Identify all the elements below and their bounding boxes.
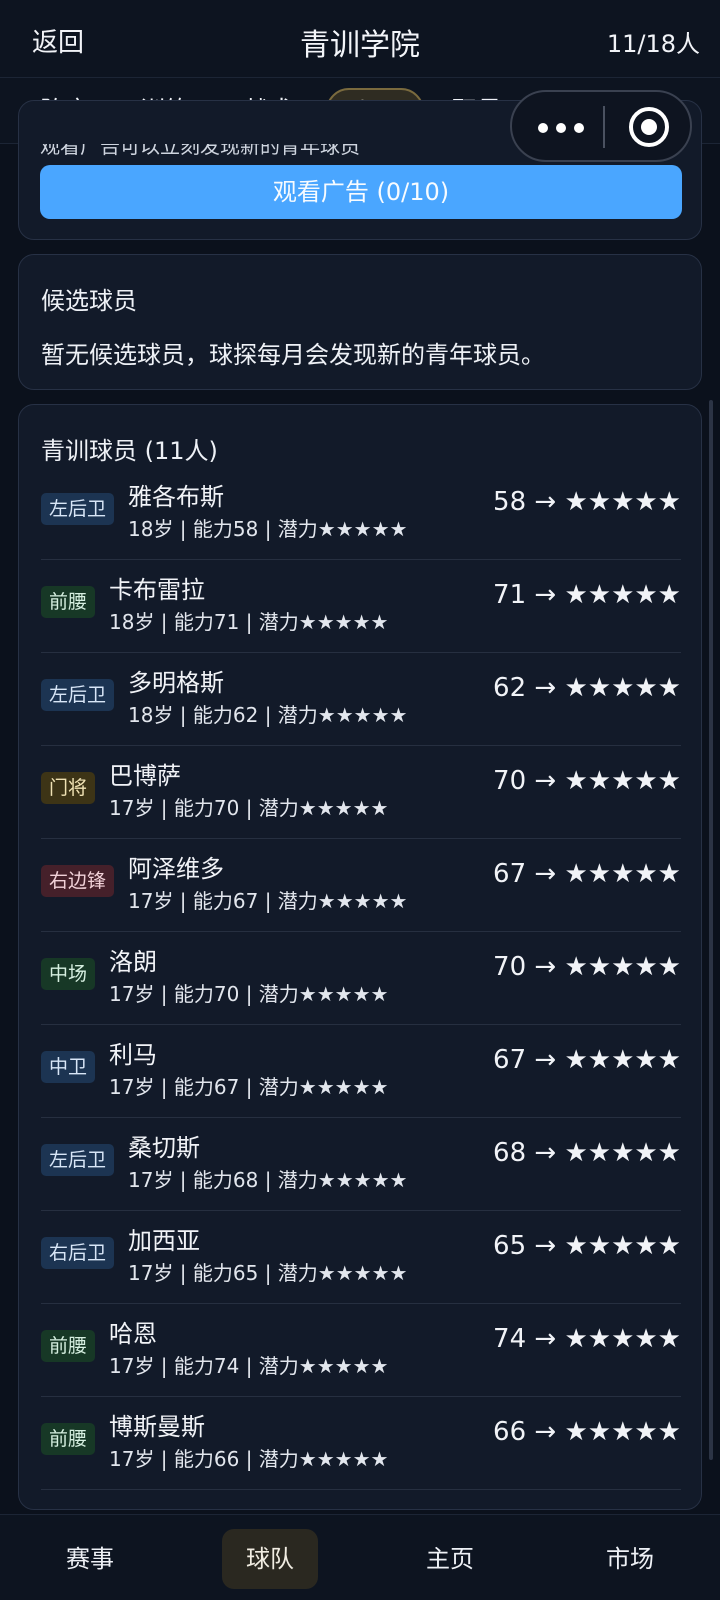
player-name: 雅各布斯 (128, 483, 224, 511)
position-badge: 右边锋 (41, 865, 115, 897)
youth-player-row[interactable]: 中卫 利马 17岁 | 能力67 | 潜力★★★★★ 67 → ★★★★★ (41, 1025, 681, 1118)
roster-count: 11/18人 (606, 30, 700, 58)
position-badge: 门将 (41, 772, 96, 804)
youth-players-title: 青训球员 (11人) (41, 437, 218, 465)
more-dots-icon[interactable] (538, 106, 598, 146)
rating-potential: 70 → ★★★★★ (493, 766, 681, 796)
candidates-title: 候选球员 (41, 287, 137, 315)
player-detail: 17岁 | 能力66 | 潜力★★★★★ (109, 1447, 389, 1471)
player-detail: 17岁 | 能力67 | 潜力★★★★★ (128, 889, 408, 913)
player-name: 博斯曼斯 (109, 1413, 205, 1441)
rating-potential: 71 → ★★★★★ (493, 580, 681, 610)
bottom-nav: 赛事 球队 主页 市场 (0, 1514, 720, 1600)
player-name: 洛朗 (109, 948, 157, 976)
position-badge: 中卫 (41, 1051, 96, 1083)
nav-market[interactable]: 市场 (580, 1529, 680, 1589)
position-badge: 左后卫 (41, 1144, 115, 1176)
top-bar: 返回 青训学院 11/18人 (0, 0, 720, 78)
youth-player-row[interactable]: 右后卫 加西亚 17岁 | 能力65 | 潜力★★★★★ 65 → ★★★★★ (41, 1211, 681, 1304)
capsule-divider (603, 106, 605, 148)
watch-ad-button[interactable]: 观看广告 (0/10) (40, 165, 682, 219)
player-detail: 17岁 | 能力65 | 潜力★★★★★ (128, 1261, 408, 1285)
player-detail: 17岁 | 能力68 | 潜力★★★★★ (128, 1168, 408, 1192)
player-detail: 17岁 | 能力70 | 潜力★★★★★ (109, 796, 389, 820)
player-detail: 17岁 | 能力74 | 潜力★★★★★ (109, 1354, 389, 1378)
rating-potential: 65 → ★★★★★ (493, 1231, 681, 1261)
player-name: 桑切斯 (128, 1134, 200, 1162)
position-badge: 前腰 (41, 1330, 96, 1362)
nav-home[interactable]: 主页 (400, 1529, 500, 1589)
player-detail: 18岁 | 能力58 | 潜力★★★★★ (128, 517, 408, 541)
rating-potential: 67 → ★★★★★ (493, 859, 681, 889)
position-badge: 左后卫 (41, 679, 115, 711)
youth-player-row[interactable]: 左后卫 桑切斯 17岁 | 能力68 | 潜力★★★★★ 68 → ★★★★★ (41, 1118, 681, 1211)
position-badge: 左后卫 (41, 493, 115, 525)
youth-players-card: 青训球员 (11人) 左后卫 雅各布斯 18岁 | 能力58 | 潜力★★★★★ 58… (18, 404, 702, 1510)
youth-player-row[interactable]: 前腰 卡布雷拉 18岁 | 能力71 | 潜力★★★★★ 71 → ★★★★★ (41, 560, 681, 653)
rating-potential: 70 → ★★★★★ (493, 952, 681, 982)
target-circle-icon[interactable] (629, 107, 669, 147)
player-detail: 17岁 | 能力70 | 潜力★★★★★ (109, 982, 389, 1006)
position-badge: 前腰 (41, 1423, 96, 1455)
nav-team[interactable]: 球队 (222, 1529, 318, 1589)
position-badge: 中场 (41, 958, 96, 990)
player-name: 哈恩 (109, 1320, 157, 1348)
player-name: 卡布雷拉 (109, 576, 205, 604)
player-name: 利马 (109, 1041, 157, 1069)
player-name: 阿泽维多 (128, 855, 224, 883)
player-detail: 18岁 | 能力62 | 潜力★★★★★ (128, 703, 408, 727)
player-detail: 17岁 | 能力67 | 潜力★★★★★ (109, 1075, 389, 1099)
youth-player-row[interactable]: 门将 巴博萨 17岁 | 能力70 | 潜力★★★★★ 70 → ★★★★★ (41, 746, 681, 839)
player-name: 巴博萨 (109, 762, 181, 790)
rating-potential: 58 → ★★★★★ (493, 487, 681, 517)
player-name: 加西亚 (128, 1227, 200, 1255)
rating-potential: 68 → ★★★★★ (493, 1138, 681, 1168)
rating-potential: 74 → ★★★★★ (493, 1324, 681, 1354)
player-name: 多明格斯 (128, 669, 224, 697)
rating-potential: 66 → ★★★★★ (493, 1417, 681, 1447)
youth-player-row[interactable]: 前腰 哈恩 17岁 | 能力74 | 潜力★★★★★ 74 → ★★★★★ (41, 1304, 681, 1397)
ad-card-cut-text: 观看广告可以立刻发现新的青年球员 (40, 144, 360, 156)
youth-player-row[interactable]: 前腰 博斯曼斯 17岁 | 能力66 | 潜力★★★★★ 66 → ★★★★★ (41, 1397, 681, 1490)
scrollbar[interactable] (709, 400, 713, 1460)
player-detail: 18岁 | 能力71 | 潜力★★★★★ (109, 610, 389, 634)
position-badge: 前腰 (41, 586, 96, 618)
mini-program-capsule (510, 90, 692, 162)
youth-player-row[interactable]: 中场 洛朗 17岁 | 能力70 | 潜力★★★★★ 70 → ★★★★★ (41, 932, 681, 1025)
youth-player-row[interactable]: 右边锋 阿泽维多 17岁 | 能力67 | 潜力★★★★★ 67 → ★★★★★ (41, 839, 681, 932)
rating-potential: 62 → ★★★★★ (493, 673, 681, 703)
rating-potential: 67 → ★★★★★ (493, 1045, 681, 1075)
candidates-card: 候选球员 暂无候选球员，球探每月会发现新的青年球员。 (18, 254, 702, 390)
nav-matches[interactable]: 赛事 (40, 1529, 140, 1589)
position-badge: 右后卫 (41, 1237, 115, 1269)
candidates-message: 暂无候选球员，球探每月会发现新的青年球员。 (41, 341, 545, 369)
youth-player-row[interactable]: 左后卫 多明格斯 18岁 | 能力62 | 潜力★★★★★ 62 → ★★★★★ (41, 653, 681, 746)
youth-player-row[interactable]: 左后卫 雅各布斯 18岁 | 能力58 | 潜力★★★★★ 58 → ★★★★★ (41, 467, 681, 560)
